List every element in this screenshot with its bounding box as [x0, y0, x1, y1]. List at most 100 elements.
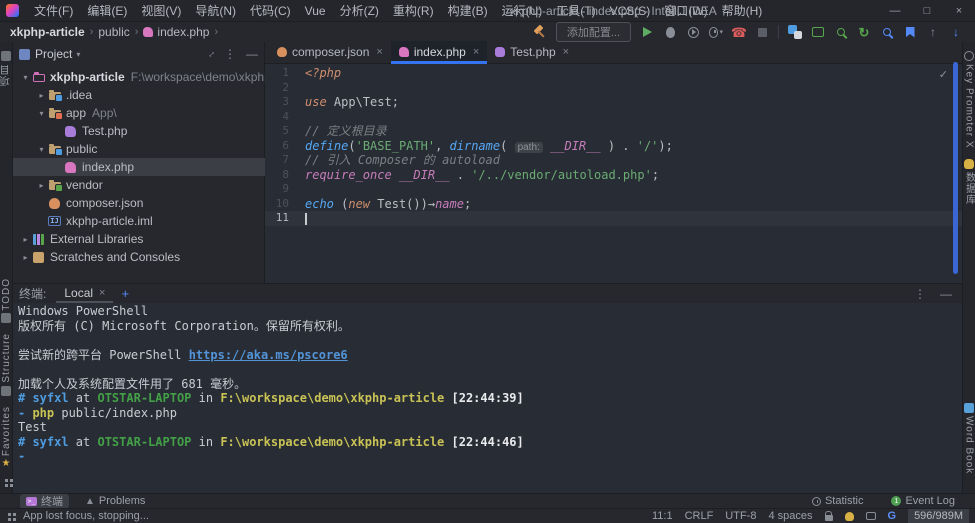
tool-window-button-problems[interactable]: ▲ Problems — [79, 494, 151, 509]
code-line[interactable]: 10echo (new Test())→name; — [265, 197, 962, 212]
hide-panel-icon[interactable]: — — [246, 47, 258, 61]
terminal-tab-local[interactable]: Local × — [56, 284, 113, 303]
tool-window-button-todo[interactable]: TODO — [1, 278, 12, 324]
tool-window-button-terminal[interactable]: >_ 终端 — [20, 494, 69, 509]
arrow-up-icon[interactable]: ↑ — [926, 25, 940, 39]
attach-debugger-phone-icon[interactable]: ☎ — [732, 25, 746, 39]
code-line[interactable]: 7// 引入 Composer 的 autoload — [265, 153, 962, 168]
menu-item[interactable]: 文件(F) — [27, 0, 80, 22]
more-options-icon[interactable]: ⋮ — [914, 287, 926, 301]
tree-row[interactable]: ▸External Libraries — [13, 230, 265, 248]
editor-scrollbar[interactable] — [953, 62, 958, 274]
refresh-icon[interactable]: ↻ — [857, 25, 871, 39]
tool-window-button-key-promoter[interactable]: Key Promoter X — [964, 51, 975, 149]
minimize-button[interactable]: — — [879, 0, 911, 22]
robot-icon[interactable] — [866, 512, 876, 520]
tree-chevron-icon[interactable]: ▸ — [19, 253, 32, 262]
inspections-ok-icon[interactable]: ✓ — [939, 68, 948, 81]
tool-window-button-favorites[interactable]: Favorites★ — [1, 406, 12, 469]
terminal-link[interactable]: https://aka.ms/pscore6 — [189, 348, 348, 362]
arrow-down-icon[interactable]: ↓ — [949, 25, 963, 39]
code-line[interactable]: 3use App\Test; — [265, 95, 962, 110]
background-tasks-icon[interactable] — [8, 513, 11, 516]
menu-item[interactable]: Vue — [298, 0, 333, 22]
code-line[interactable]: 4 — [265, 110, 962, 125]
tree-chevron-icon[interactable]: ▾ — [35, 109, 48, 118]
close-button[interactable]: × — [943, 0, 975, 22]
editor-tab-Test-php[interactable]: Test.php× — [487, 41, 577, 63]
code-line[interactable]: 8require_once __DIR__ . '/../vendor/auto… — [265, 168, 962, 183]
tree-row[interactable]: ▸Scratches and Consoles — [13, 248, 265, 266]
tree-row[interactable]: ▾xkphp-articleF:\workspace\demo\xkphp-ar… — [13, 68, 265, 86]
tree-chevron-icon[interactable]: ▸ — [35, 91, 48, 100]
code-line[interactable]: 9 — [265, 182, 962, 197]
close-icon[interactable]: × — [563, 46, 569, 58]
editor[interactable]: composer.json×index.php×Test.php× 1<?php… — [265, 42, 962, 283]
run-with-coverage-icon[interactable] — [686, 25, 700, 39]
build-hammer-icon[interactable] — [533, 25, 547, 39]
translate-icon[interactable] — [788, 25, 802, 39]
layout-toggle-icon[interactable] — [5, 479, 8, 488]
tree-row[interactable]: ▾appApp\ — [13, 104, 265, 122]
memory-indicator[interactable]: 596/989M — [908, 509, 969, 523]
tree-row[interactable]: ▾public — [13, 140, 265, 158]
new-terminal-session-icon[interactable]: + — [121, 286, 129, 301]
indent-setting[interactable]: 4 spaces — [768, 510, 812, 522]
run-icon[interactable] — [640, 25, 654, 39]
tool-window-button-statistic[interactable]: Statistic — [806, 494, 870, 509]
expand-icon[interactable]: ↕ — [206, 48, 217, 59]
tree-chevron-icon[interactable]: ▾ — [35, 145, 48, 154]
menu-item[interactable]: 构建(B) — [441, 0, 495, 22]
more-options-icon[interactable]: ⋮ — [224, 47, 236, 61]
menu-item[interactable]: 重构(R) — [386, 0, 441, 22]
tree-chevron-icon[interactable]: ▸ — [19, 235, 32, 244]
add-configuration-button[interactable]: 添加配置... — [556, 22, 631, 42]
tool-window-button-word-book[interactable]: Word Book — [964, 403, 975, 488]
close-icon[interactable]: × — [99, 287, 105, 299]
tree-chevron-icon[interactable]: ▸ — [35, 181, 48, 190]
tool-window-button-project[interactable]: 项目 — [0, 51, 14, 86]
debug-icon[interactable] — [663, 25, 677, 39]
terminal-output[interactable]: Windows PowerShell版权所有 (C) Microsoft Cor… — [13, 304, 962, 464]
file-encoding[interactable]: UTF-8 — [725, 510, 756, 522]
bookmark-icon[interactable] — [903, 25, 917, 39]
menu-item[interactable]: 代码(C) — [243, 0, 298, 22]
menu-item[interactable]: 导航(N) — [188, 0, 243, 22]
search-green-icon[interactable] — [834, 25, 848, 39]
lock-icon[interactable] — [825, 515, 833, 521]
code-line[interactable]: 11 — [265, 211, 962, 226]
notification-gear-icon[interactable] — [845, 512, 854, 521]
code-line[interactable]: 1<?php — [265, 66, 962, 81]
menu-item[interactable]: 编辑(E) — [80, 0, 134, 22]
menu-item[interactable]: 分析(Z) — [333, 0, 386, 22]
code-area[interactable]: 1<?php23use App\Test;45// 定义根目录6define('… — [265, 66, 962, 226]
close-icon[interactable]: × — [473, 46, 479, 58]
search-blue-icon[interactable] — [880, 25, 894, 39]
menu-item[interactable]: 视图(V) — [134, 0, 188, 22]
line-separator[interactable]: CRLF — [685, 510, 714, 522]
tree-row[interactable]: Test.php — [13, 122, 265, 140]
google-translate-icon[interactable]: G — [888, 510, 897, 522]
breadcrumb-item[interactable]: public — [98, 25, 129, 39]
tool-window-button-database[interactable]: 数据库 — [962, 159, 975, 205]
tool-window-button-structure[interactable]: Structure — [1, 333, 12, 396]
menu-item[interactable]: 帮助(H) — [715, 0, 770, 22]
code-line[interactable]: 6define('BASE_PATH', dirname( path: __DI… — [265, 139, 962, 154]
breadcrumb-item[interactable]: xkphp-article — [10, 25, 85, 39]
tree-row[interactable]: ▸vendor — [13, 176, 265, 194]
project-view-selector[interactable]: Project — [35, 47, 72, 61]
tree-row[interactable]: ▸.idea — [13, 86, 265, 104]
tree-chevron-icon[interactable]: ▾ — [19, 73, 32, 82]
tool-window-button-event-log[interactable]: 1 Event Log — [885, 494, 961, 509]
profiler-icon[interactable]: ▾ — [709, 25, 723, 39]
editor-tab-index-php[interactable]: index.php× — [391, 41, 487, 63]
close-icon[interactable]: × — [376, 46, 382, 58]
hide-panel-icon[interactable]: — — [940, 287, 952, 301]
code-line[interactable]: 2 — [265, 81, 962, 96]
tree-row[interactable]: index.php — [13, 158, 265, 176]
breadcrumb-item[interactable]: index.php — [143, 25, 209, 39]
screen-capture-icon[interactable] — [811, 25, 825, 39]
editor-tab-composer-json[interactable]: composer.json× — [269, 41, 391, 63]
caret-position[interactable]: 11:1 — [652, 510, 673, 522]
maximize-button[interactable]: □ — [911, 0, 943, 22]
